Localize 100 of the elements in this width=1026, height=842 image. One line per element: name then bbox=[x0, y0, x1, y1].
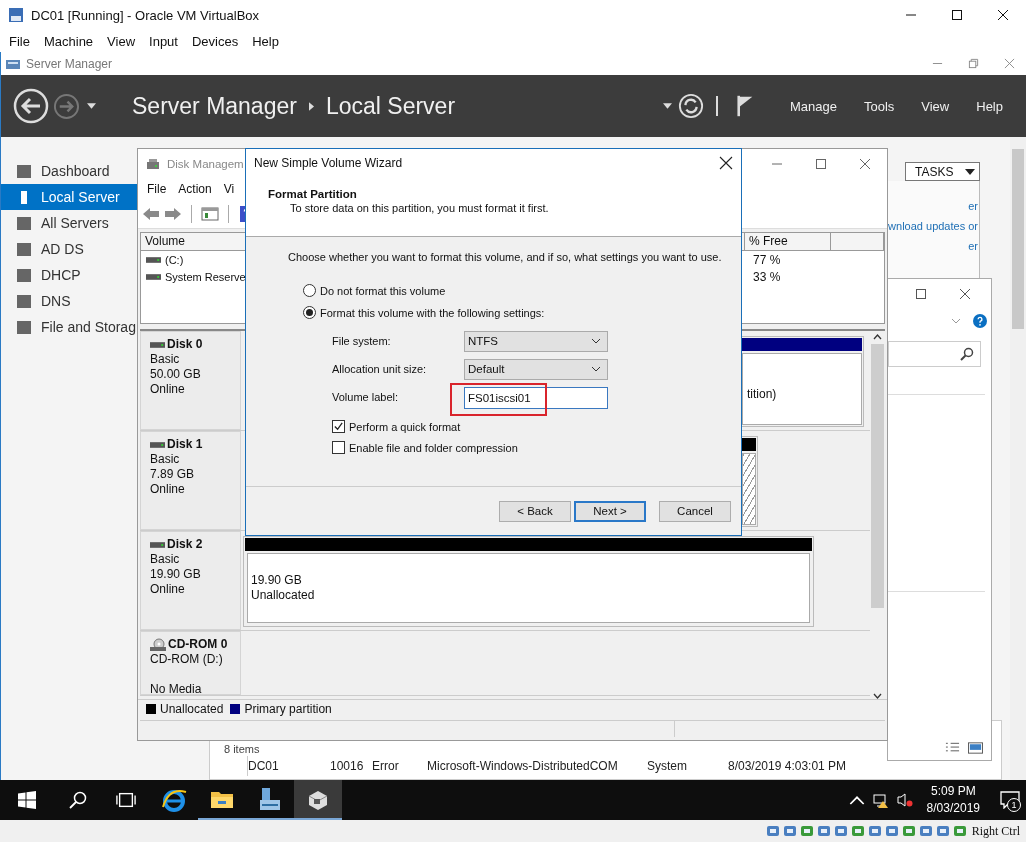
network-icon[interactable] bbox=[872, 792, 889, 808]
input-field[interactable]: FS01iscsi01 bbox=[464, 386, 608, 409]
device-status-icon[interactable] bbox=[781, 823, 798, 839]
dropdown[interactable]: Default bbox=[464, 358, 608, 380]
scrollbar[interactable] bbox=[870, 331, 885, 699]
menu-item[interactable]: Help bbox=[967, 98, 1012, 114]
device-status-icon[interactable] bbox=[832, 823, 849, 839]
item-count: 8 items bbox=[224, 743, 260, 756]
field-label: Allocation unit size: bbox=[332, 363, 428, 375]
forward-icon[interactable] bbox=[164, 206, 182, 222]
menu-item[interactable]: File bbox=[2, 33, 37, 49]
legend-label: Unallocated bbox=[160, 701, 224, 716]
menu-item[interactable]: Vi bbox=[217, 182, 241, 196]
device-status-icon[interactable] bbox=[866, 823, 883, 839]
disk-info: CD-ROM (D:) bbox=[150, 652, 224, 667]
task-view-icon[interactable] bbox=[116, 791, 136, 809]
flag-icon[interactable] bbox=[736, 94, 754, 118]
window-title: New Simple Volume Wizard bbox=[254, 155, 403, 170]
menu-item[interactable]: View bbox=[912, 98, 959, 114]
partition-block[interactable]: 19.90 GB Unallocated bbox=[243, 536, 814, 627]
radio-indicator[interactable] bbox=[303, 284, 316, 297]
sidebar-item[interactable]: DNS bbox=[1, 288, 137, 314]
table-cell-text: System bbox=[647, 759, 688, 773]
disk-info: 50.00 GB bbox=[150, 367, 202, 382]
radio-option[interactable]: Do not format this volume bbox=[303, 284, 446, 297]
caret-icon[interactable] bbox=[87, 103, 96, 109]
message-icon bbox=[1000, 791, 1020, 809]
device-status-icon[interactable] bbox=[883, 823, 900, 839]
menu-item[interactable]: View bbox=[100, 33, 143, 49]
breadcrumb-item[interactable]: Server Manager bbox=[132, 92, 297, 120]
checkbox-option[interactable]: Perform a quick format bbox=[332, 420, 461, 433]
disk-label-panel[interactable]: Disk 2 Basic 19.90 GB Online bbox=[140, 531, 241, 630]
back-icon[interactable] bbox=[13, 88, 49, 124]
column-header[interactable]: % Free bbox=[745, 233, 831, 250]
console-icon[interactable] bbox=[201, 206, 219, 222]
device-status-icon[interactable] bbox=[798, 823, 815, 839]
tile-icon bbox=[17, 216, 31, 230]
tile-icon bbox=[21, 190, 27, 204]
forward-icon[interactable] bbox=[53, 92, 80, 120]
link[interactable]: er bbox=[968, 198, 978, 214]
help-icon[interactable] bbox=[973, 314, 987, 328]
partition-block[interactable]: tition) bbox=[740, 336, 864, 427]
dialog-button[interactable]: Cancel bbox=[659, 500, 731, 522]
sidebar-item[interactable]: File and Storag bbox=[1, 314, 137, 340]
sidebar-item[interactable]: All Servers bbox=[1, 210, 137, 236]
radio-indicator[interactable] bbox=[303, 306, 316, 319]
sidebar-item[interactable]: Dashboard bbox=[1, 158, 137, 184]
menu-item[interactable]: Help bbox=[245, 33, 286, 49]
page-heading: Format Partition bbox=[268, 187, 358, 201]
refresh-icon[interactable] bbox=[677, 93, 704, 119]
search-field[interactable] bbox=[888, 341, 981, 367]
scrollbar[interactable] bbox=[1010, 137, 1026, 780]
menu-item[interactable]: Manage bbox=[780, 98, 846, 114]
sidebar-item[interactable]: Local Server bbox=[1, 184, 137, 210]
notification-button[interactable]: 1 bbox=[994, 780, 1026, 820]
table-cell[interactable]: System Reserve bbox=[165, 270, 246, 283]
start-icon[interactable] bbox=[18, 791, 36, 809]
dialog-button[interactable]: < Back bbox=[499, 500, 571, 522]
preview-icon[interactable] bbox=[968, 742, 983, 754]
disk-label-panel[interactable]: Disk 0 Basic 50.00 GB Online bbox=[140, 331, 241, 430]
device-status-icon[interactable] bbox=[900, 823, 917, 839]
sidebar-item[interactable]: AD DS bbox=[1, 236, 137, 262]
device-status-icon[interactable] bbox=[951, 823, 968, 839]
device-status-icon[interactable] bbox=[764, 823, 781, 839]
menu-item[interactable]: Devices bbox=[184, 33, 246, 49]
instruction-text: Choose whether you want to format this volume, and if so, what settings you want to use. bbox=[288, 250, 723, 264]
table-cell[interactable]: (C:) bbox=[165, 253, 184, 266]
speaker-icon[interactable] bbox=[896, 792, 913, 808]
drive-icon bbox=[150, 440, 165, 449]
menu-item[interactable]: Machine bbox=[36, 33, 101, 49]
disk-label-panel[interactable]: CD-ROM 0 CD-ROM (D:) No Media bbox=[140, 631, 241, 695]
details-view-icon[interactable] bbox=[945, 742, 960, 754]
link[interactable]: wnload updates or bbox=[888, 218, 978, 234]
dialog-button[interactable]: Next > bbox=[574, 500, 646, 522]
tasks-button[interactable]: TASKS bbox=[905, 162, 980, 181]
device-status-icon[interactable] bbox=[934, 823, 951, 839]
menu-item[interactable]: Tools bbox=[854, 98, 904, 114]
checkbox-option[interactable]: Enable file and folder compression bbox=[332, 441, 518, 454]
disk-label-panel[interactable]: Disk 1 Basic 7.89 GB Online bbox=[140, 431, 241, 530]
taskbar-app[interactable] bbox=[294, 780, 342, 820]
checkbox-indicator[interactable] bbox=[332, 441, 345, 454]
chevron-icon bbox=[308, 101, 314, 111]
menu-item[interactable]: File bbox=[141, 182, 173, 196]
caret-icon[interactable] bbox=[662, 103, 672, 109]
clock[interactable]: 5:09 PM 8/03/2019 bbox=[926, 783, 980, 817]
link[interactable]: er bbox=[968, 238, 978, 254]
breadcrumb-item[interactable]: Local Server bbox=[325, 92, 456, 120]
dropdown[interactable]: NTFS bbox=[464, 330, 608, 352]
checkbox-indicator[interactable] bbox=[332, 420, 345, 433]
device-status-icon[interactable] bbox=[849, 823, 866, 839]
tile-icon bbox=[17, 320, 31, 334]
menu-item[interactable]: Input bbox=[142, 33, 185, 49]
tile-icon bbox=[17, 242, 31, 256]
device-status-icon[interactable] bbox=[815, 823, 832, 839]
table-cell-text: Error bbox=[372, 759, 400, 773]
device-status-icon[interactable] bbox=[917, 823, 934, 839]
menu-item[interactable]: Action bbox=[172, 182, 218, 196]
radio-option[interactable]: Format this volume with the following settings: bbox=[303, 306, 545, 319]
search-icon[interactable] bbox=[68, 791, 88, 809]
sidebar-item[interactable]: DHCP bbox=[1, 262, 137, 288]
